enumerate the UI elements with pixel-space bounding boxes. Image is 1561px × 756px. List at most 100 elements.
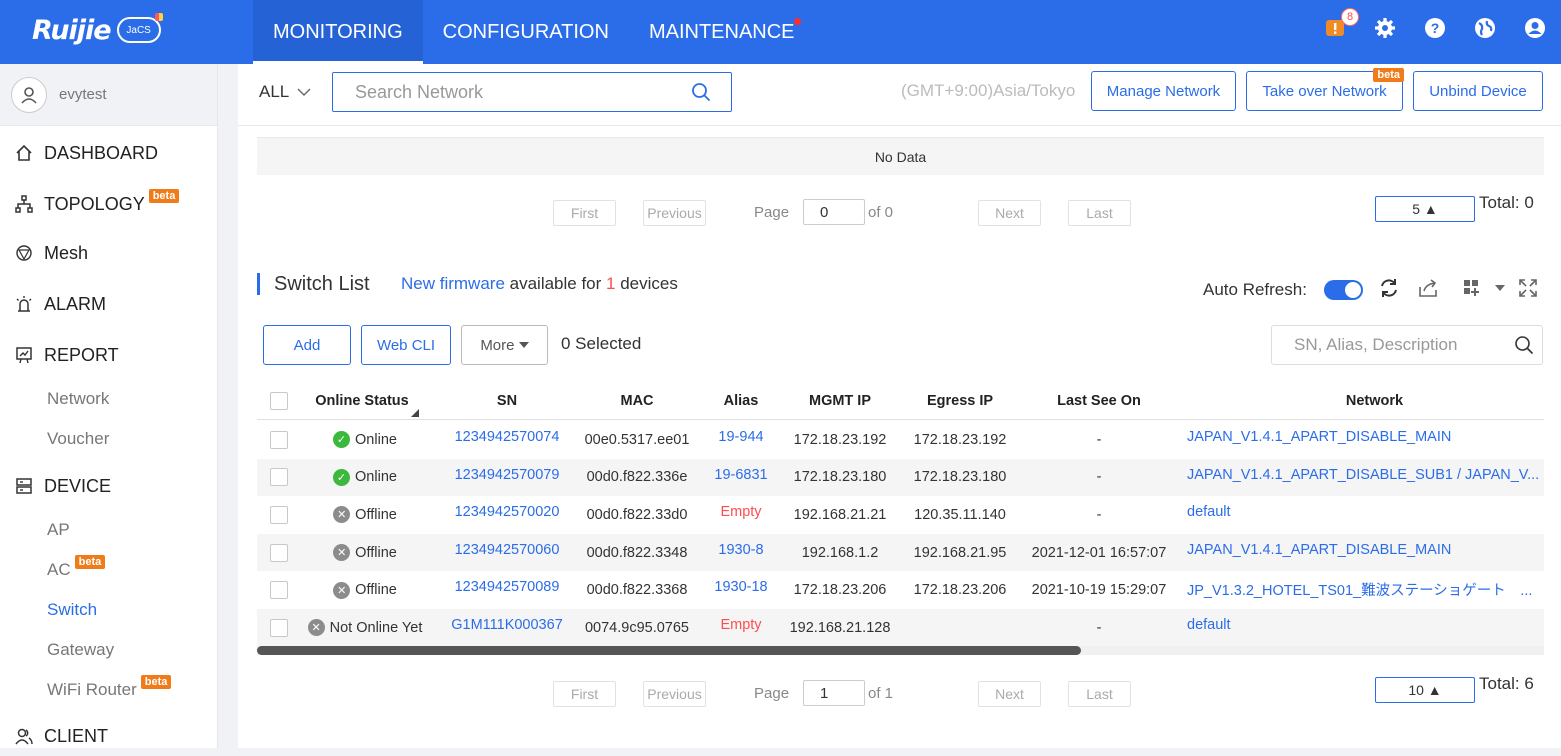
cell-alias[interactable]: 1930-8 xyxy=(701,534,781,572)
manage-network-button[interactable]: Manage Network xyxy=(1091,71,1236,111)
table-row[interactable]: ✓ Online 1234942570079 00d0.f822.336e 19-683… xyxy=(257,458,1544,497)
select-all-checkbox[interactable] xyxy=(270,391,288,410)
cell-alias[interactable]: 19-6831 xyxy=(701,459,781,497)
add-button[interactable]: Add xyxy=(263,325,351,365)
fullscreen-icon[interactable] xyxy=(1516,276,1540,300)
next-page-button[interactable]: Next xyxy=(978,200,1041,226)
cell-alias[interactable]: Empty xyxy=(701,609,781,647)
ruijie-logo[interactable]: Ruijie JaCS xyxy=(32,10,163,50)
sidebar-sub-label: AP xyxy=(47,520,70,539)
gear-icon[interactable] xyxy=(1373,16,1397,40)
row-checkbox[interactable] xyxy=(270,543,288,562)
col-mgmt-ip[interactable]: MGMT IP xyxy=(780,382,900,419)
col-last-see-on[interactable]: Last See On xyxy=(1020,382,1178,419)
first-page-button[interactable]: First xyxy=(553,681,616,707)
web-cli-button[interactable]: Web CLI xyxy=(361,325,451,365)
cell-sn[interactable]: G1M111K000367 xyxy=(442,609,572,647)
sidebar-sub-network[interactable]: Network xyxy=(47,389,109,409)
col-network[interactable]: Network xyxy=(1187,382,1544,419)
switch-search-input[interactable]: SN, Alias, Description xyxy=(1271,325,1543,365)
help-icon[interactable]: ? xyxy=(1423,16,1447,40)
col-mac[interactable]: MAC xyxy=(577,382,697,419)
nav-maintenance[interactable]: MAINTENANCE xyxy=(629,0,815,64)
cell-network[interactable]: JAPAN_V1.4.1_APART_DISABLE_MAIN xyxy=(1187,421,1544,459)
col-alias[interactable]: Alias xyxy=(701,382,781,419)
page-size-select[interactable]: 5 ▲ xyxy=(1375,196,1475,222)
unbind-device-button[interactable]: Unbind Device xyxy=(1413,71,1543,111)
sidebar-sub-switch[interactable]: Switch xyxy=(47,600,97,620)
column-settings-icon[interactable] xyxy=(1461,276,1485,300)
cell-sn[interactable]: 1234942570074 xyxy=(442,421,572,459)
row-checkbox[interactable] xyxy=(270,430,288,449)
search-icon[interactable] xyxy=(691,82,711,107)
take-over-network-button[interactable]: Take over Network beta xyxy=(1246,68,1404,111)
nav-monitoring[interactable]: MONITORING xyxy=(253,0,423,64)
new-firmware-link[interactable]: New firmware xyxy=(401,274,505,293)
search-icon[interactable] xyxy=(1514,335,1534,360)
cell-network[interactable]: default xyxy=(1187,496,1544,534)
sidebar-sub-gateway[interactable]: Gateway xyxy=(47,640,114,660)
nav-configuration[interactable]: CONFIGURATION xyxy=(423,0,629,64)
cell-sn[interactable]: 1234942570060 xyxy=(442,534,572,572)
sidebar-sub-ac[interactable]: AC beta xyxy=(47,555,106,580)
table-horizontal-scrollbar[interactable] xyxy=(257,646,1544,655)
caret-down-icon[interactable] xyxy=(1488,276,1512,300)
cell-sn[interactable]: 1234942570020 xyxy=(442,496,572,534)
table-row[interactable]: ✓ Online 1234942570074 00e0.5317.ee01 19-944… xyxy=(257,421,1544,459)
cell-network[interactable]: JP_V1.3.2_HOTEL_TS01_難波ステーショゲート ... xyxy=(1187,571,1544,609)
table-row[interactable]: ✕ Offline 1234942570020 00d0.f822.33d0 Empty… xyxy=(257,496,1544,534)
cell-alias[interactable]: 19-944 xyxy=(701,421,781,459)
last-page-button[interactable]: Last xyxy=(1068,200,1131,226)
first-page-button[interactable]: First xyxy=(553,200,616,226)
cell-alias[interactable]: 1930-18 xyxy=(701,571,781,609)
row-checkbox-cell xyxy=(269,571,289,609)
row-checkbox[interactable] xyxy=(270,618,288,637)
user-icon[interactable] xyxy=(1523,16,1547,40)
more-dropdown-button[interactable]: More xyxy=(461,325,548,365)
alert-icon[interactable]: 8 xyxy=(1323,8,1359,40)
table-row[interactable]: ✕ Offline 1234942570089 00d0.f822.3368 1930-… xyxy=(257,571,1544,609)
row-checkbox[interactable] xyxy=(270,468,288,487)
col-mgmt-ip-label: MGMT IP xyxy=(808,392,872,409)
next-page-button[interactable]: Next xyxy=(978,681,1041,707)
sidebar-sub-ap[interactable]: AP xyxy=(47,520,70,540)
last-page-button[interactable]: Last xyxy=(1068,681,1131,707)
row-checkbox[interactable] xyxy=(270,505,288,524)
sidebar-item-dashboard[interactable]: DASHBOARD xyxy=(0,133,218,173)
page-number-input[interactable]: 0 xyxy=(803,199,865,225)
sidebar-item-topology[interactable]: TOPOLOGY beta xyxy=(0,184,218,224)
cell-sn[interactable]: 1234942570089 xyxy=(442,571,572,609)
col-egress-ip[interactable]: Egress IP xyxy=(900,382,1020,419)
auto-refresh-toggle[interactable] xyxy=(1324,280,1363,300)
cell-alias[interactable]: Empty xyxy=(701,496,781,534)
cell-network[interactable]: default xyxy=(1187,609,1544,647)
table-row[interactable]: ✕ Not Online Yet G1M111K000367 0074.9c95.07… xyxy=(257,609,1544,647)
next-label: Next xyxy=(995,205,1024,221)
brand-sub: JaCS xyxy=(126,24,151,36)
user-profile[interactable]: evytest xyxy=(0,64,217,126)
page-number-input[interactable]: 1 xyxy=(803,680,865,706)
sidebar-item-client[interactable]: CLIENT xyxy=(0,716,218,756)
sidebar-item-device[interactable]: DEVICE xyxy=(0,466,218,506)
sidebar-item-report[interactable]: REPORT xyxy=(0,335,218,375)
scope-dropdown[interactable]: ALL xyxy=(259,82,311,102)
export-icon[interactable] xyxy=(1416,276,1440,300)
page-size-select[interactable]: 10 ▲ xyxy=(1375,677,1475,703)
col-sn[interactable]: SN xyxy=(442,382,572,419)
sidebar-sub-wifi-router[interactable]: WiFi Router beta xyxy=(47,675,172,700)
sidebar-item-mesh[interactable]: Mesh xyxy=(0,233,218,273)
refresh-icon[interactable] xyxy=(1377,276,1401,300)
table-row[interactable]: ✕ Offline 1234942570060 00d0.f822.3348 1930-… xyxy=(257,533,1544,572)
globe-icon[interactable] xyxy=(1473,16,1497,40)
previous-page-button[interactable]: Previous xyxy=(643,681,706,707)
cell-sn[interactable]: 1234942570079 xyxy=(442,459,572,497)
sidebar-item-alarm[interactable]: ALARM xyxy=(0,284,218,324)
scrollbar-thumb[interactable] xyxy=(257,646,1081,655)
row-checkbox[interactable] xyxy=(270,581,288,600)
previous-page-button[interactable]: Previous xyxy=(643,200,706,226)
network-search-input[interactable]: Search Network xyxy=(332,72,732,112)
cell-network[interactable]: JAPAN_V1.4.1_APART_DISABLE_MAIN xyxy=(1187,534,1544,572)
col-online-status[interactable]: Online Status xyxy=(302,382,422,419)
sidebar-sub-voucher[interactable]: Voucher xyxy=(47,429,109,449)
cell-network[interactable]: JAPAN_V1.4.1_APART_DISABLE_SUB1 / JAPAN_… xyxy=(1187,459,1544,497)
